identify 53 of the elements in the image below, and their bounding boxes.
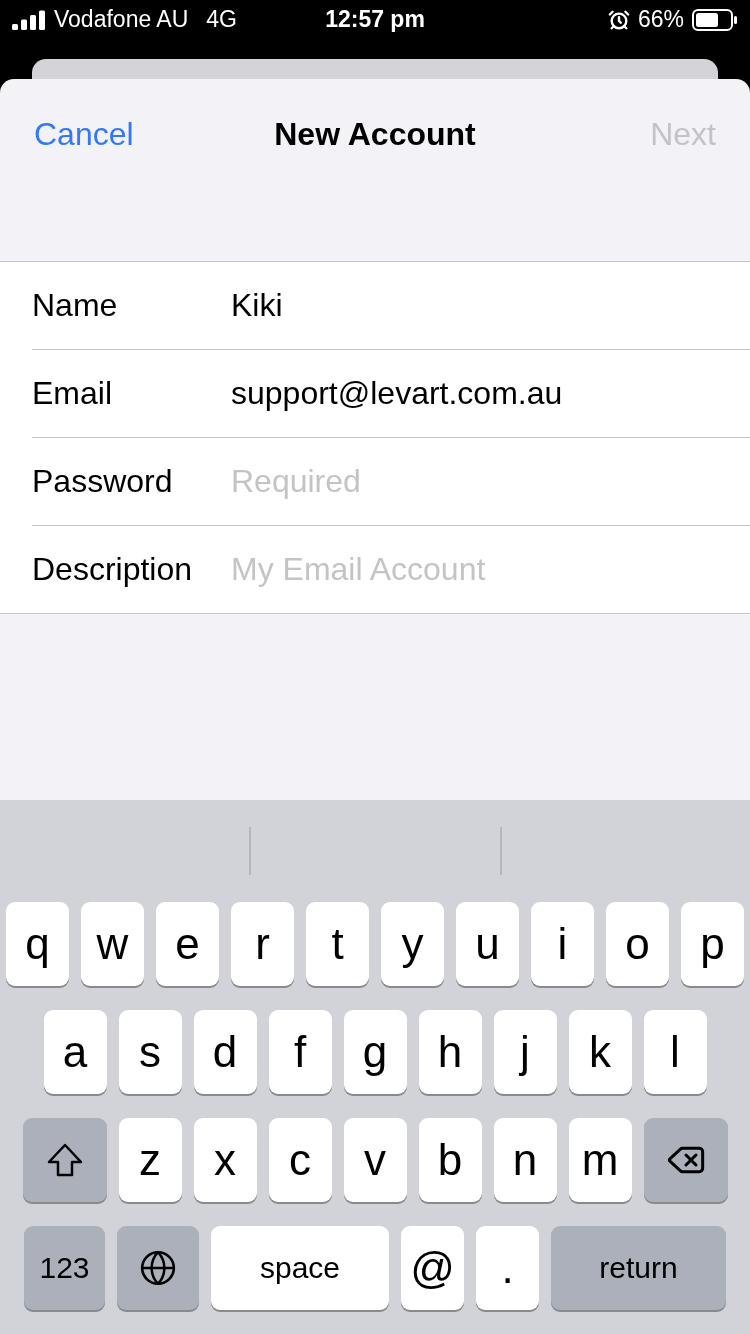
letter-key[interactable]: j <box>493 1010 557 1094</box>
letter-key[interactable]: r <box>231 902 294 986</box>
letter-key[interactable]: q <box>6 902 69 986</box>
text-field[interactable]: Required <box>231 462 750 500</box>
letter-key[interactable]: y <box>381 902 444 986</box>
cancel-button[interactable]: Cancel <box>34 116 134 154</box>
battery-icon <box>692 8 738 31</box>
letter-key[interactable]: @ <box>401 1226 464 1310</box>
globe-key[interactable] <box>117 1226 199 1310</box>
battery-percent: 66% <box>637 6 684 34</box>
letter-key[interactable]: l <box>643 1010 707 1094</box>
return-key[interactable]: return <box>551 1226 726 1310</box>
shift-key[interactable] <box>22 1118 107 1202</box>
carrier-name: Vodafone AU <box>54 6 189 34</box>
letter-key[interactable]: u <box>456 902 519 986</box>
letter-key[interactable]: i <box>531 902 594 986</box>
letter-key[interactable]: m <box>568 1118 632 1202</box>
letter-key[interactable]: x <box>193 1118 257 1202</box>
letter-key[interactable]: n <box>493 1118 557 1202</box>
field-label: Email <box>32 374 113 412</box>
letter-key[interactable]: t <box>306 902 369 986</box>
letter-key[interactable]: z <box>118 1118 182 1202</box>
delete-key[interactable] <box>643 1118 728 1202</box>
letter-key[interactable]: b <box>418 1118 482 1202</box>
letter-key[interactable]: s <box>118 1010 182 1094</box>
network-type: 4G <box>206 6 237 34</box>
clock-time: 12:57 pm <box>325 6 425 34</box>
letter-key[interactable]: . <box>476 1226 539 1310</box>
letter-key[interactable]: w <box>81 902 144 986</box>
shift-icon <box>45 1142 84 1178</box>
text-field[interactable]: support@levart.com.au <box>231 374 750 412</box>
letter-key[interactable]: c <box>268 1118 332 1202</box>
letter-key[interactable]: g <box>343 1010 407 1094</box>
letter-key[interactable]: e <box>156 902 219 986</box>
letter-key[interactable]: k <box>568 1010 632 1094</box>
letter-key[interactable]: h <box>418 1010 482 1094</box>
letter-key[interactable]: v <box>343 1118 407 1202</box>
letter-key[interactable]: a <box>43 1010 107 1094</box>
globe-icon <box>139 1249 177 1287</box>
field-label: Password <box>32 462 174 500</box>
text-field[interactable]: Kiki <box>231 286 750 324</box>
space-key[interactable]: space <box>211 1226 389 1310</box>
numbers-key[interactable]: 123 <box>24 1226 105 1310</box>
letter-key[interactable]: f <box>268 1010 332 1094</box>
letter-key[interactable]: p <box>681 902 744 986</box>
letter-key[interactable]: d <box>193 1010 257 1094</box>
alarm-icon <box>607 8 630 31</box>
field-label: Name <box>32 286 119 324</box>
screen-title: New Account <box>274 116 476 154</box>
letter-key[interactable]: o <box>606 902 669 986</box>
text-field[interactable]: My Email Account <box>231 550 750 588</box>
signal-icon <box>12 9 46 30</box>
field-label: Description <box>32 550 194 588</box>
